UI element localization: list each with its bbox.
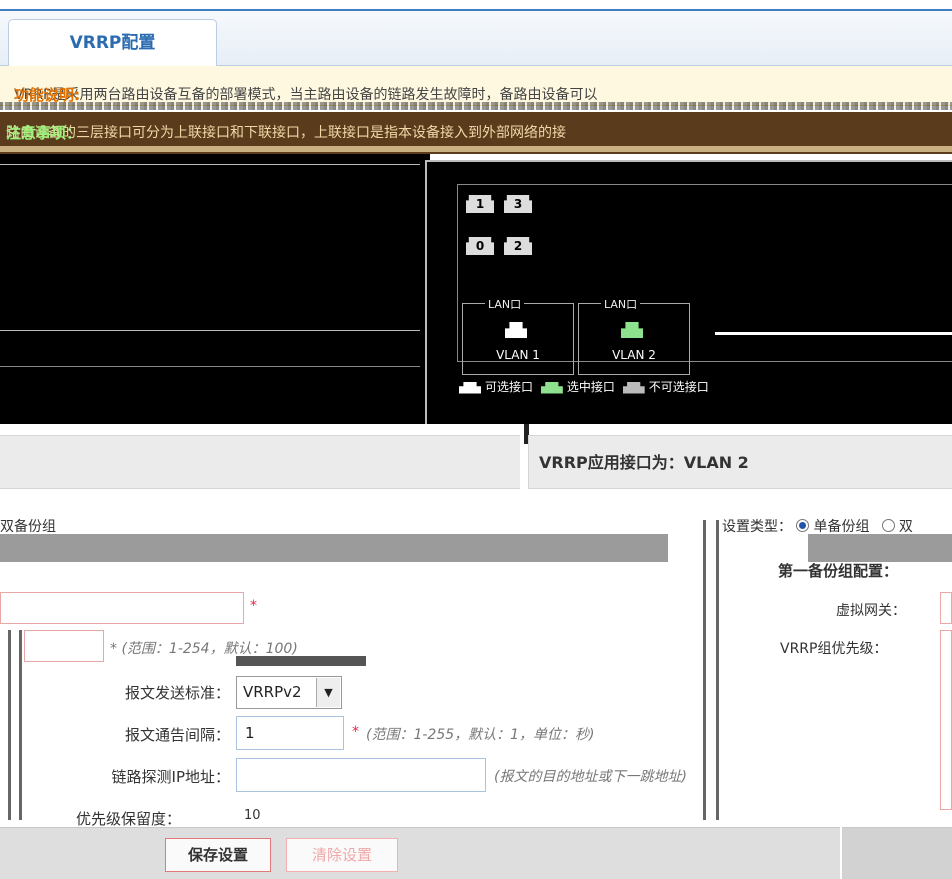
render-noise <box>703 520 719 820</box>
selected-port-icon <box>540 381 563 394</box>
port-frame: 1 3 0 2 LAN口 VLAN 1 LAN口 VLAN 2 <box>457 184 952 375</box>
virtual-gateway-input[interactable] <box>940 592 952 624</box>
vrrp-priority-label: VRRP组优先级： <box>780 641 888 657</box>
single-group-label: 单备份组 <box>813 519 870 535</box>
left-port-panel <box>0 154 430 424</box>
render-line <box>715 332 952 335</box>
lan-group-vlan1[interactable]: LAN口 VLAN 1 <box>462 296 574 375</box>
available-port-icon <box>459 381 481 394</box>
priority-input-left[interactable] <box>24 630 104 662</box>
tab-bar: VRRP配置 <box>0 11 952 67</box>
render-noise-bar <box>808 534 952 562</box>
render-noise <box>236 656 366 666</box>
caution-text: 路由设备的三层接口可分为上联接口和下联接口，上联接口是指本设备接入到外部网络的接 <box>6 125 566 141</box>
render-noise <box>0 102 952 110</box>
legend-available: 可选接口 <box>485 380 534 394</box>
divider <box>0 164 420 165</box>
dual-group-label: 双 <box>898 519 913 535</box>
port-2-icon[interactable]: 2 <box>504 237 532 255</box>
standard-select[interactable]: VRRPv2 ▼ <box>236 676 342 709</box>
tab-vrrp-config[interactable]: VRRP配置 <box>8 19 217 67</box>
notice-text: VRRP是采用两台路由设备互备的部署模式，当主路由设备的链路发生故障时，备路由设… <box>14 87 598 103</box>
port-1-icon[interactable]: 1 <box>466 195 494 213</box>
clear-button[interactable]: 清除设置 <box>286 838 398 872</box>
port-diagram-panel: 1 3 0 2 LAN口 VLAN 1 LAN口 VLAN 2 可选接口 选中接… <box>425 160 952 424</box>
partial-label: 优先级保留度： <box>76 810 182 826</box>
chevron-down-icon[interactable]: ▼ <box>316 678 340 707</box>
interval-input[interactable]: 1 <box>236 716 344 750</box>
lan-caption: LAN口 <box>485 296 525 312</box>
form-footer-right <box>842 827 952 879</box>
render-noise <box>8 630 22 820</box>
required-marker: * <box>352 724 359 740</box>
lan-group-vlan2[interactable]: LAN口 VLAN 2 <box>578 296 690 375</box>
vlan-label: VLAN 2 <box>612 348 656 362</box>
probe-ip-hint: (报文的目的地址或下一跳地址) <box>494 769 687 785</box>
port-3-icon[interactable]: 3 <box>504 195 532 213</box>
virtual-gateway-label: 虚拟网关： <box>836 603 906 619</box>
dual-group-radio[interactable] <box>881 519 895 532</box>
render-noise-bar <box>0 534 668 562</box>
virtual-gateway-input-left[interactable] <box>0 592 244 624</box>
standard-value: VRRPv2 <box>243 683 302 701</box>
lan-caption: LAN口 <box>601 296 641 312</box>
interval-hint: (范围：1-255，默认：1，单位：秒) <box>366 727 595 743</box>
setting-type-label: 设置类型： <box>722 519 792 535</box>
first-group-title: 第一备份组配置： <box>778 562 899 580</box>
form-footer <box>0 827 840 879</box>
standard-label: 报文发送标准： <box>124 684 230 702</box>
caution-underline <box>0 146 952 152</box>
vrrp-priority-input[interactable] <box>940 630 952 810</box>
lan-port-icon <box>505 322 527 338</box>
lan-port-selected-icon <box>621 322 643 338</box>
partial-value: 10 <box>244 808 261 823</box>
probe-ip-input[interactable] <box>236 758 486 792</box>
left-section-header <box>0 435 520 489</box>
right-section-header: VRRP应用接口为：VLAN 2 <box>528 435 952 489</box>
caution-notice: 注意事项： 路由设备的三层接口可分为上联接口和下联接口，上联接口是指本设备接入到… <box>0 112 952 154</box>
interval-label: 报文通告间隔： <box>124 726 230 744</box>
port-legend: 可选接口 选中接口 不可选接口 <box>455 378 709 395</box>
vlan-label: VLAN 1 <box>496 348 540 362</box>
setting-type-row: 设置类型： 单备份组 双 <box>722 516 913 536</box>
caution-label: 注意事项： <box>6 124 82 142</box>
divider <box>0 330 420 331</box>
function-notice: 功能说明: VRRP是采用两台路由设备互备的部署模式，当主路由设备的链路发生故障… <box>0 66 952 106</box>
priority-hint: * (范围：1-254，默认：100) <box>110 641 298 657</box>
group-type-fragment: 双备份组 <box>0 519 56 535</box>
port-0-icon[interactable]: 0 <box>466 237 494 255</box>
single-group-radio[interactable] <box>796 519 810 532</box>
probe-ip-label: 链路探测IP地址： <box>111 768 230 786</box>
legend-selected: 选中接口 <box>566 380 615 394</box>
divider <box>0 366 420 367</box>
partial-row: 优先级保留度： 10 <box>0 808 952 826</box>
unavailable-port-icon <box>622 381 645 394</box>
save-button[interactable]: 保存设置 <box>165 838 271 872</box>
legend-unavailable: 不可选接口 <box>648 380 709 394</box>
required-marker: * <box>250 598 257 614</box>
